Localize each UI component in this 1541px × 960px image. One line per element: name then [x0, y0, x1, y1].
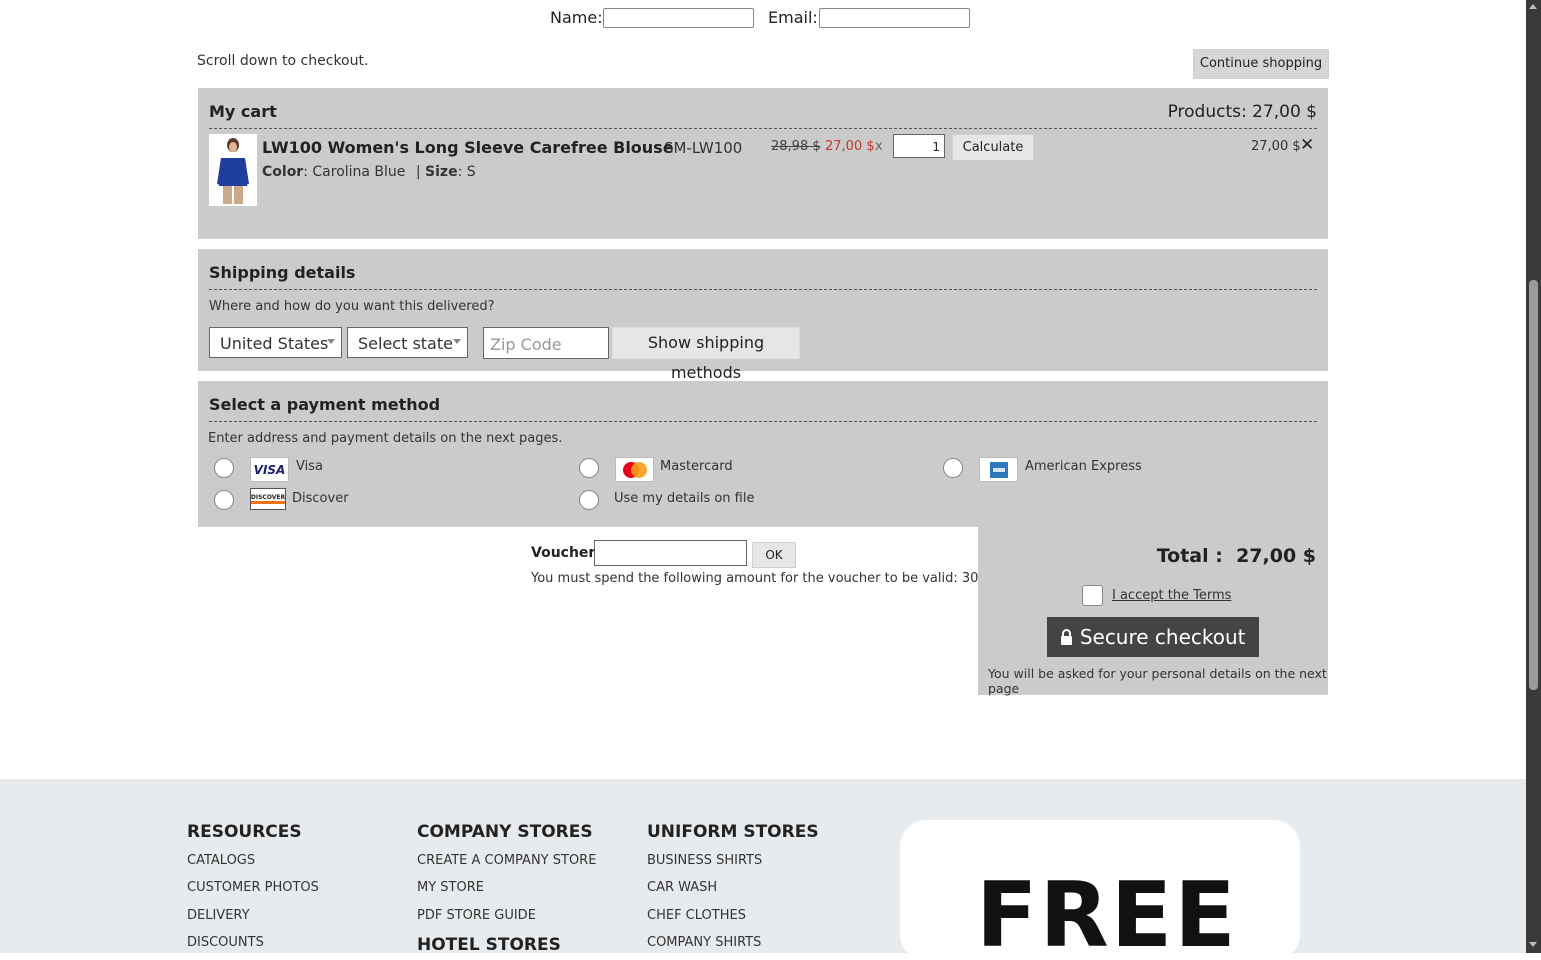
total-value: 27,00 $ — [1236, 545, 1316, 567]
terms-link[interactable]: I accept the Terms — [1112, 588, 1231, 603]
summary-panel: Total : 27,00 $ I accept the Terms Secur… — [978, 527, 1328, 696]
remove-item-icon[interactable]: ✕ — [1300, 135, 1314, 155]
size-label: Size — [425, 164, 458, 180]
color-value: : Carolina Blue — [303, 164, 406, 180]
secure-checkout-label: Secure checkout — [1079, 625, 1246, 649]
product-sku: SM-LW100 — [664, 139, 743, 157]
checkout-note: You will be asked for your personal deta… — [988, 666, 1327, 696]
total-label: Total : — [1156, 545, 1223, 567]
amex-label: American Express — [1025, 459, 1142, 474]
promo-text: FREE — [976, 863, 1238, 960]
footer-link-car-wash[interactable]: CAR WASH — [647, 880, 717, 895]
footer-heading-hotel-stores: HOTEL STORES — [417, 935, 561, 955]
chevron-down-icon — [327, 339, 335, 344]
continue-shopping-button[interactable]: Continue shopping — [1193, 49, 1329, 79]
footer-link-company-shirts[interactable]: COMPANY SHIRTS — [647, 935, 761, 950]
calculate-button[interactable]: Calculate — [952, 134, 1034, 161]
visa-icon: VISA — [250, 457, 289, 482]
mastercard-radio[interactable] — [579, 458, 599, 478]
footer-link-customer-photos[interactable]: CUSTOMER PHOTOS — [187, 880, 319, 895]
show-shipping-methods-button[interactable]: Show shipping methods — [612, 327, 800, 382]
chevron-down-icon — [453, 339, 461, 344]
zip-code-input[interactable]: Zip Code — [483, 327, 609, 359]
voucher-input[interactable] — [594, 540, 747, 566]
shipping-hint: Where and how do you want this delivered… — [209, 299, 495, 314]
lock-icon — [1061, 629, 1073, 645]
vertical-scrollbar[interactable] — [1526, 0, 1541, 953]
size-separator: | — [415, 164, 426, 180]
details-on-file-label: Use my details on file — [614, 491, 755, 506]
promo-card[interactable]: FREE — [900, 820, 1300, 960]
amex-icon — [979, 457, 1018, 482]
scroll-hint: Scroll down to checkout. — [197, 53, 369, 69]
mastercard-label: Mastercard — [660, 459, 733, 474]
product-thumbnail[interactable] — [209, 134, 257, 206]
visa-label: Visa — [296, 459, 323, 474]
state-select[interactable]: Select state — [347, 327, 468, 358]
name-label: Name: — [550, 8, 603, 27]
product-options: Color: Carolina Blue | Size: S — [262, 164, 476, 180]
name-input[interactable] — [603, 8, 754, 28]
footer-link-my-store[interactable]: MY STORE — [417, 880, 484, 895]
voucher-ok-button[interactable]: OK — [752, 542, 796, 568]
email-input[interactable] — [819, 8, 970, 28]
cart-title: My cart — [209, 102, 277, 121]
size-value: : S — [457, 164, 476, 180]
mastercard-icon — [615, 457, 654, 482]
shipping-panel: Shipping details Where and how do you wa… — [198, 249, 1328, 382]
payment-title: Select a payment method — [209, 395, 441, 414]
color-label: Color — [262, 164, 304, 180]
times-sign: x — [875, 139, 883, 154]
products-total: Products: 27,00 $ — [1167, 102, 1317, 122]
accept-terms-checkbox[interactable] — [1082, 585, 1103, 606]
cart-panel: My cart Products: 27,00 $ LW100 Women's … — [198, 88, 1328, 239]
email-label: Email: — [768, 8, 818, 27]
cart-divider — [209, 128, 1317, 129]
footer-link-business-shirts[interactable]: BUSINESS SHIRTS — [647, 853, 762, 868]
payment-hint: Enter address and payment details on the… — [208, 431, 563, 446]
footer-link-catalogs[interactable]: CATALOGS — [187, 853, 255, 868]
voucher-note: You must spend the following amount for … — [531, 571, 987, 586]
scrollbar-thumb[interactable] — [1529, 280, 1538, 690]
footer-link-delivery[interactable]: DELIVERY — [187, 908, 250, 923]
scroll-down-icon[interactable] — [1529, 942, 1537, 947]
payment-divider — [209, 421, 1317, 422]
footer-heading-uniform-stores: UNIFORM STORES — [647, 822, 819, 842]
scroll-up-icon[interactable] — [1529, 4, 1537, 9]
product-name[interactable]: LW100 Women's Long Sleeve Carefree Blous… — [262, 138, 674, 157]
footer-heading-company-stores: COMPANY STORES — [417, 822, 593, 842]
footer-link-pdf-store-guide[interactable]: PDF STORE GUIDE — [417, 908, 536, 923]
state-value: Select state — [358, 334, 453, 353]
discover-icon: DISCOVER — [250, 488, 286, 510]
footer-link-create-company-store[interactable]: CREATE A COMPANY STORE — [417, 853, 596, 868]
amex-radio[interactable] — [943, 458, 963, 478]
discover-label: Discover — [292, 491, 349, 506]
discover-radio[interactable] — [214, 490, 234, 510]
country-value: United States — [220, 334, 329, 353]
footer: RESOURCES CATALOGS CUSTOMER PHOTOS DELIV… — [0, 779, 1526, 960]
quantity-input[interactable]: 1 — [893, 134, 945, 158]
secure-checkout-button[interactable]: Secure checkout — [1047, 617, 1259, 657]
footer-link-chef-clothes[interactable]: CHEF CLOTHES — [647, 908, 746, 923]
footer-heading-resources: RESOURCES — [187, 822, 302, 842]
payment-panel: Select a payment method Enter address an… — [198, 381, 1328, 527]
visa-radio[interactable] — [214, 458, 234, 478]
voucher-label: Voucher — [531, 545, 596, 561]
details-on-file-radio[interactable] — [579, 490, 599, 510]
sale-price: 27,00 $ — [825, 139, 875, 154]
shipping-title: Shipping details — [209, 263, 356, 282]
country-select[interactable]: United States — [209, 327, 342, 358]
total-line: Total : 27,00 $ — [1157, 545, 1316, 567]
shipping-divider — [209, 289, 1317, 290]
footer-link-discounts[interactable]: DISCOUNTS — [187, 935, 264, 950]
old-price: 28,98 $ — [771, 139, 821, 154]
line-total: 27,00 $ — [1251, 139, 1301, 154]
